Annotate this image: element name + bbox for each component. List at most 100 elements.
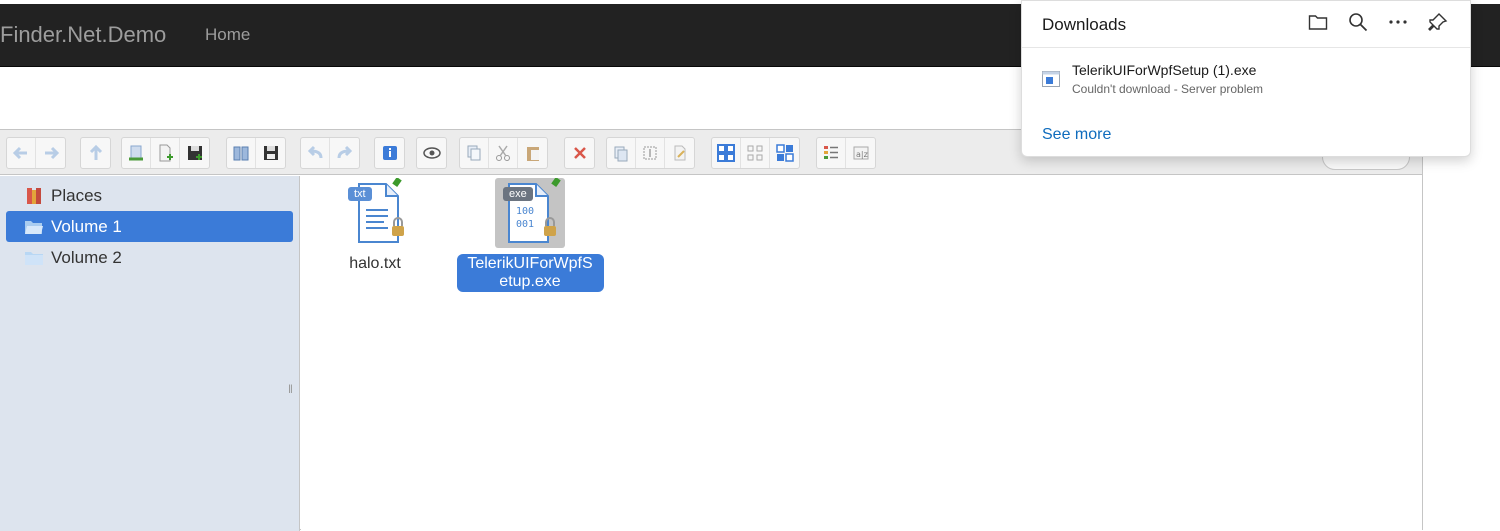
save-green-icon — [187, 146, 202, 160]
text-file-icon: txt — [340, 177, 410, 248]
nav-home-link[interactable]: Home — [205, 25, 250, 45]
places-icon — [24, 187, 44, 205]
download-item-status: Couldn't download - Server problem — [1072, 82, 1264, 96]
sidebar-resize-handle[interactable]: ‖ — [288, 382, 293, 396]
open-button[interactable] — [227, 138, 256, 168]
downloads-flyout: Downloads TelerikUIForWpfSetup (1).exe C… — [1021, 0, 1471, 157]
file-area: txt halo.txt 100 001 exe TelerikUIForWpf… — [301, 176, 1422, 531]
toolbar-group-edit — [606, 137, 695, 169]
open-downloads-folder-button[interactable] — [1307, 11, 1329, 33]
file-item-telerik-exe[interactable]: 100 001 exe TelerikUIForWpfS etup.exe — [456, 177, 604, 292]
view-list-button[interactable] — [817, 138, 846, 168]
tree-item-volume-1[interactable]: Volume 1 — [6, 211, 293, 242]
book-icon — [233, 146, 249, 161]
arrow-left-icon — [12, 146, 27, 160]
pin-downloads-button[interactable] — [1427, 11, 1449, 33]
toolbar-group-history — [6, 137, 66, 169]
file-item-halo-txt[interactable]: txt halo.txt — [301, 177, 449, 274]
pin-icon — [1428, 13, 1448, 31]
places-sidebar: Places Volume 1 Volume 2 ‖ — [0, 176, 300, 531]
file-name: TelerikUIForWpfS etup.exe — [456, 254, 604, 292]
file-name: halo.txt — [349, 255, 401, 272]
duplicate-icon — [614, 146, 628, 162]
new-file-icon — [159, 144, 173, 162]
toolbar-group-delete — [564, 137, 595, 169]
scissors-icon — [496, 145, 510, 161]
delete-button[interactable] — [565, 138, 594, 168]
info-icon — [382, 146, 397, 160]
grid-large-icon — [717, 144, 735, 162]
upload-icon — [129, 145, 143, 161]
save-button[interactable] — [180, 138, 209, 168]
tree-item-volume-2[interactable]: Volume 2 — [6, 242, 293, 273]
svg-text:a|z: a|z — [856, 150, 868, 159]
brand-link[interactable]: Finder.Net.Demo — [0, 22, 166, 48]
toolbar-group-info — [374, 137, 405, 169]
toolbar-group-undo — [300, 137, 360, 169]
delete-x-icon — [573, 147, 586, 159]
info-button[interactable] — [375, 138, 404, 168]
see-more-link[interactable]: See more — [1042, 126, 1111, 144]
downloads-divider — [1022, 47, 1470, 48]
view-icons-button[interactable] — [712, 138, 741, 168]
rename-icon — [643, 146, 657, 160]
exe-file-icon: 100 001 exe — [495, 177, 565, 248]
svg-text:100: 100 — [516, 206, 534, 217]
back-button[interactable] — [7, 138, 36, 168]
more-options-button[interactable] — [1387, 11, 1409, 33]
view-tiles-button[interactable] — [770, 138, 799, 168]
upload-button[interactable] — [122, 138, 151, 168]
rename-button[interactable] — [636, 138, 665, 168]
edit-file-icon — [674, 145, 685, 161]
more-dots-icon — [1389, 20, 1407, 24]
undo-button[interactable] — [301, 138, 330, 168]
redo-icon — [337, 145, 352, 159]
grid-mixed-icon — [775, 144, 794, 162]
arrow-up-icon — [89, 144, 102, 160]
folder-outline-icon — [1308, 15, 1328, 30]
toolbar-group-sort: a|z — [816, 137, 876, 169]
eye-icon — [422, 147, 441, 159]
svg-text:001: 001 — [516, 219, 534, 230]
tree-item-label: Volume 1 — [51, 216, 122, 236]
new-file-button[interactable] — [151, 138, 180, 168]
folder-open-icon — [24, 218, 44, 236]
finder-container: a|z Places Volume 1 Volume 2 ‖ txt halo.… — [0, 129, 1423, 531]
file-name-line-1: TelerikUIForWpfS — [467, 255, 593, 272]
list-icon — [824, 146, 838, 159]
toolbar-group-clipboard — [459, 137, 548, 169]
ext-badge-txt: txt — [348, 187, 372, 201]
edit-button[interactable] — [665, 138, 694, 168]
sort-az-icon: a|z — [853, 146, 868, 160]
copy-icon — [467, 145, 481, 161]
tree-item-label: Places — [51, 185, 103, 205]
toolbar-group-view — [711, 137, 800, 169]
undo-icon — [307, 145, 323, 159]
duplicate-button[interactable] — [607, 138, 636, 168]
downloads-title: Downloads — [1042, 15, 1127, 34]
forward-button[interactable] — [36, 138, 65, 168]
copy-button[interactable] — [460, 138, 489, 168]
grid-small-icon — [747, 145, 763, 161]
toolbar-group-file — [121, 137, 210, 169]
view-small-icons-button[interactable] — [741, 138, 770, 168]
search-downloads-button[interactable] — [1347, 11, 1369, 33]
tree-item-label: Volume 2 — [51, 247, 122, 267]
paste-button[interactable] — [518, 138, 547, 168]
search-icon — [1349, 13, 1368, 32]
toolbar-group-up — [80, 137, 111, 169]
preview-button[interactable] — [417, 138, 446, 168]
download-button[interactable] — [256, 138, 285, 168]
download-item-name[interactable]: TelerikUIForWpfSetup (1).exe — [1072, 62, 1256, 78]
sort-button[interactable]: a|z — [846, 138, 875, 168]
cut-button[interactable] — [489, 138, 518, 168]
tree-item-places[interactable]: Places — [6, 180, 293, 211]
toolbar-group-open — [226, 137, 286, 169]
floppy-icon — [263, 146, 278, 160]
downloads-actions — [1307, 11, 1449, 33]
file-name-line-2: etup.exe — [499, 273, 561, 290]
up-button[interactable] — [81, 138, 110, 168]
redo-button[interactable] — [330, 138, 359, 168]
exe-download-icon — [1042, 71, 1060, 87]
toolbar-group-preview — [416, 137, 447, 169]
